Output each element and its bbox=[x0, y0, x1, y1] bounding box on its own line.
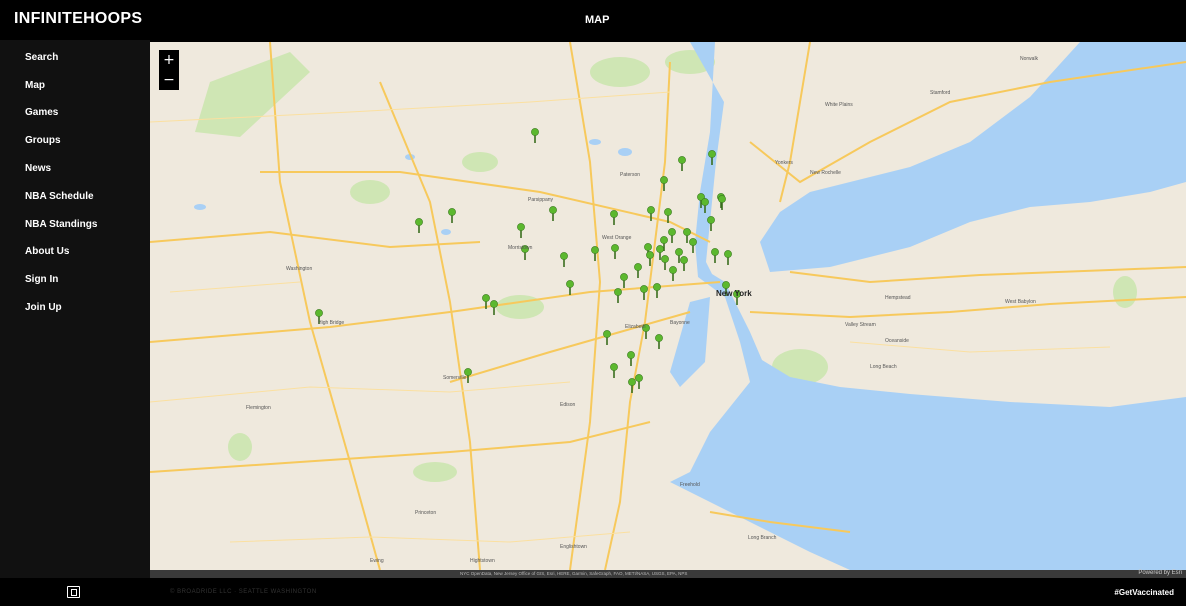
map-label-west-orange: West Orange bbox=[602, 235, 632, 241]
sidebar-item-news[interactable]: News bbox=[25, 163, 51, 174]
map-label-parsippany: Parsippany bbox=[528, 197, 554, 203]
sidebar-item-nba-schedule[interactable]: NBA Schedule bbox=[25, 191, 94, 202]
sidebar-item-map[interactable]: Map bbox=[25, 80, 45, 91]
brand-logo[interactable]: INFINITEHOOPS bbox=[14, 10, 142, 28]
zoom-out-button[interactable]: − bbox=[159, 70, 179, 90]
map-label-englishtown: Englishtown bbox=[560, 544, 587, 550]
map-attribution-bar: NYC OpenData, New Jersey Office of GIS, … bbox=[150, 570, 1186, 578]
map-label-paterson: Paterson bbox=[620, 172, 641, 178]
map-label-ewing: Ewing bbox=[370, 558, 384, 564]
map-label-valley-stream: Valley Stream bbox=[845, 322, 876, 328]
map-label-high-bridge: High Bridge bbox=[318, 320, 345, 326]
map-label-west-babylon: West Babylon bbox=[1005, 299, 1036, 305]
map-label-edison: Edison bbox=[560, 402, 576, 408]
map-label-yonkers: Yonkers bbox=[775, 160, 793, 166]
app-window: INFINITEHOOPS MAP Search Map Games Group… bbox=[0, 0, 1186, 606]
map-view[interactable]: + − New York Paterson New Rochelle White… bbox=[150, 42, 1186, 570]
copyright-text: © BROADRIDE LLC · SEATTLE WASHINGTON bbox=[170, 589, 317, 595]
map-label-hempstead: Hempstead bbox=[885, 295, 911, 301]
page-title: MAP bbox=[585, 14, 610, 26]
zoom-in-button[interactable]: + bbox=[159, 50, 179, 70]
map-label-morristown: Morristown bbox=[508, 245, 533, 251]
sidebar-item-games[interactable]: Games bbox=[25, 107, 58, 118]
map-canvas[interactable] bbox=[150, 42, 1186, 570]
sidebar-item-about-us[interactable]: About Us bbox=[25, 246, 69, 257]
map-label-washington: Washington bbox=[286, 266, 313, 272]
map-label-princeton: Princeton bbox=[415, 510, 437, 516]
map-label-long-beach: Long Beach bbox=[870, 364, 897, 370]
map-label-bayonne: Bayonne bbox=[670, 320, 690, 326]
zoom-controls: + − bbox=[159, 50, 179, 90]
map-label-somerville: Somerville bbox=[443, 375, 467, 381]
map-label-new-york: New York bbox=[716, 289, 752, 298]
sidebar-item-search[interactable]: Search bbox=[25, 52, 58, 63]
vaccinated-hashtag[interactable]: #GetVaccinated bbox=[1114, 588, 1174, 597]
footer: © BROADRIDE LLC · SEATTLE WASHINGTON #Ge… bbox=[0, 578, 1186, 606]
map-label-norwalk: Norwalk bbox=[1020, 56, 1039, 62]
map-label-hightstown: Hightstown bbox=[470, 558, 495, 564]
map-label-elizabeth: Elizabeth bbox=[625, 324, 646, 330]
map-label-freehold: Freehold bbox=[680, 482, 700, 488]
map-label-new-rochelle: New Rochelle bbox=[810, 170, 841, 176]
map-label-oceanside: Oceanside bbox=[885, 338, 909, 344]
map-label-long-branch: Long Branch bbox=[748, 535, 777, 541]
sidebar-item-sign-in[interactable]: Sign In bbox=[25, 274, 58, 285]
map-label-flemington: Flemington bbox=[246, 405, 271, 411]
powered-by-link[interactable]: Powered by Esri bbox=[1138, 570, 1182, 576]
sidebar: Search Map Games Groups News NBA Schedul… bbox=[0, 40, 150, 578]
sidebar-item-nba-standings[interactable]: NBA Standings bbox=[25, 219, 97, 230]
map-label-white-plains: White Plains bbox=[825, 102, 853, 108]
map-label-stamford: Stamford bbox=[930, 90, 951, 96]
map-attribution: NYC OpenData, New Jersey Office of GIS, … bbox=[460, 571, 688, 576]
sidebar-item-join-up[interactable]: Join Up bbox=[25, 302, 62, 313]
top-bar: INFINITEHOOPS MAP bbox=[0, 0, 1186, 40]
sidebar-item-groups[interactable]: Groups bbox=[25, 135, 61, 146]
mobile-app-icon[interactable] bbox=[67, 586, 80, 598]
